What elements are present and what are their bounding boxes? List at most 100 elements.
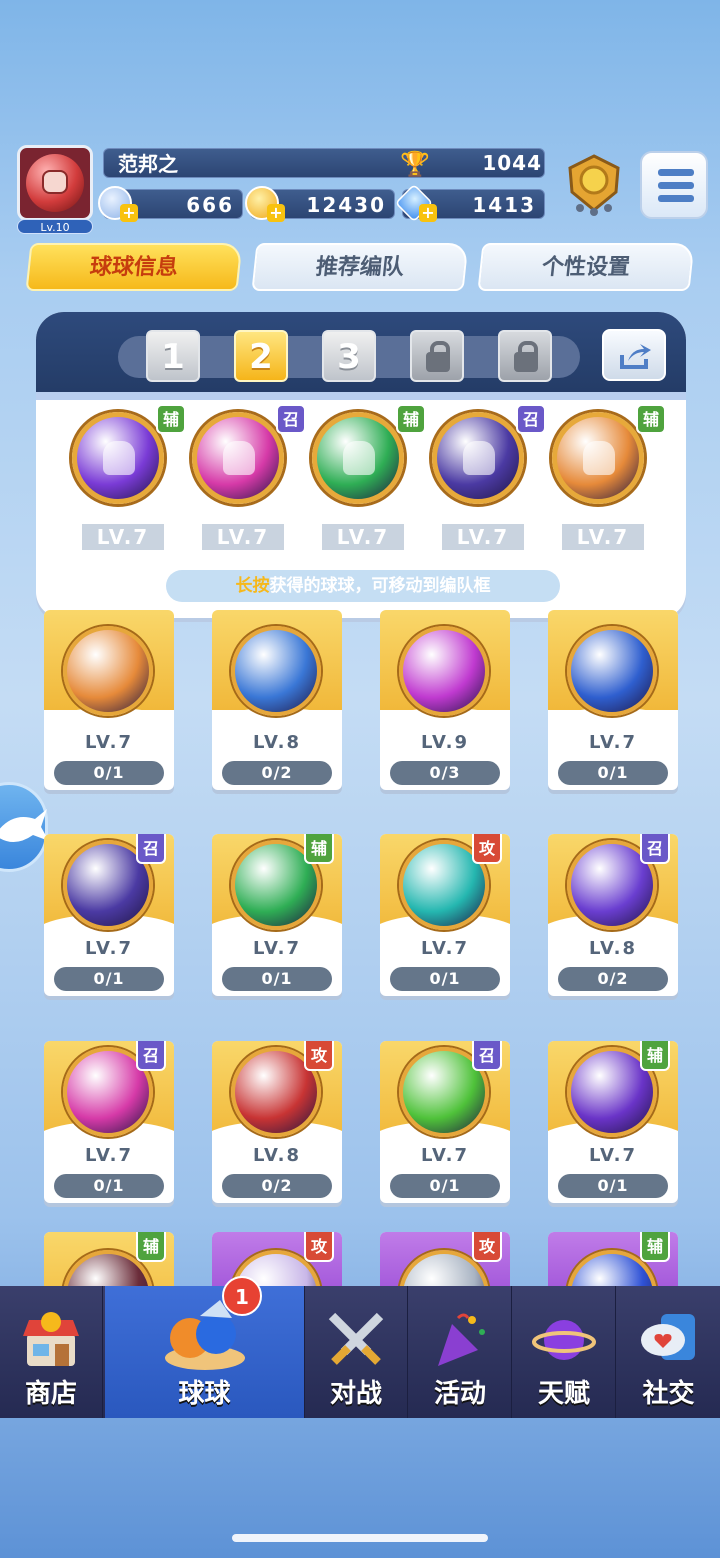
home-indicator[interactable] [232,1534,488,1542]
plus-icon[interactable]: + [267,204,285,222]
ball-icon [63,626,153,716]
team-ball[interactable] [192,412,284,504]
rank-badge-icon[interactable] [562,152,626,218]
team-ball[interactable] [312,412,404,504]
energy-value: 666 [186,193,234,217]
ball-card[interactable]: 召 LV.8 0/2 [548,834,678,996]
trophy-icon: 🏆 [400,150,430,178]
ball-card[interactable]: 攻 LV.7 0/1 [380,834,510,996]
ball-level: LV.7 [82,524,164,550]
ball-card[interactable]: 辅 LV.7 0/1 [548,1041,678,1203]
ball-card[interactable]: LV.7 0/1 [548,610,678,790]
card-progress: 0/1 [558,1174,668,1198]
ball-card[interactable]: LV.9 0/3 [380,610,510,790]
ball-card[interactable]: 攻 LV.8 0/2 [212,1041,342,1203]
gold-value: 12430 [306,193,386,217]
ball-level: LV.7 [442,524,524,550]
ball-type-tag: 攻 [304,1232,334,1262]
ball-card[interactable]: 攻 [380,1232,510,1292]
ball-type-tag: 召 [516,404,546,434]
plus-icon[interactable]: + [120,204,138,222]
ball-card[interactable]: 辅 [548,1232,678,1292]
team-ball[interactable] [72,412,164,504]
ball-card[interactable]: 召 LV.7 0/1 [44,1041,174,1203]
ball-card[interactable]: LV.7 0/1 [44,610,174,790]
plus-icon[interactable]: + [419,204,437,222]
nav-balls[interactable]: 球球 [105,1286,305,1418]
card-level: LV.7 [589,1145,637,1166]
ball-card[interactable]: 辅 [44,1232,174,1292]
ball-icon [399,626,489,716]
ball-card[interactable]: LV.8 0/2 [212,610,342,790]
ball-card[interactable]: 辅 LV.7 0/1 [212,834,342,996]
card-progress: 0/1 [558,761,668,785]
ball-type-tag: 辅 [304,834,334,864]
card-level: LV.9 [421,732,469,753]
energy-currency[interactable]: + 666 [98,186,243,222]
ball-type-tag: 召 [276,404,306,434]
card-level: LV.8 [589,938,637,959]
nav-social[interactable]: 社交 [617,1286,720,1418]
share-button[interactable] [602,329,666,381]
gem-currency[interactable]: + 1413 [394,183,545,223]
ball-type-tag: 攻 [472,834,502,864]
ball-type-tag: 召 [136,834,166,864]
lock-icon [426,341,450,372]
ball-type-tag: 辅 [156,404,186,434]
ball-type-tag: 召 [136,1041,166,1071]
ball-type-tag: 辅 [136,1232,166,1262]
tab-recommended-team[interactable]: 推荐编队 [251,243,469,291]
menu-button[interactable] [640,151,708,219]
ball-level: LV.7 [322,524,404,550]
card-progress: 0/1 [222,967,332,991]
menu-line [658,195,694,202]
team-ball[interactable] [552,412,644,504]
shop-icon [23,1312,79,1366]
card-level: LV.7 [589,732,637,753]
card-progress: 0/2 [222,1174,332,1198]
ball-level: LV.7 [202,524,284,550]
planet-icon [532,1320,596,1360]
trophy-count: 1044 [482,151,542,175]
tab-personal-settings[interactable]: 个性设置 [477,243,695,291]
team-slot-1[interactable]: 1 [146,330,200,382]
card-progress: 0/1 [54,1174,164,1198]
nav-shop[interactable]: 商店 [0,1286,103,1418]
nav-talent[interactable]: 天赋 [513,1286,616,1418]
tab-ball-info[interactable]: 球球信息 [25,243,243,291]
menu-line [658,169,694,176]
team-slot-locked[interactable] [498,330,552,382]
chat-icon [640,1314,695,1360]
fist-icon [42,170,68,194]
card-level: LV.8 [253,732,301,753]
card-level: LV.7 [85,1145,133,1166]
ball-card[interactable]: 召 LV.7 0/1 [380,1041,510,1203]
team-slot-3[interactable]: 3 [322,330,376,382]
ball-emblem-icon [103,441,135,475]
ball-icon [231,626,321,716]
player-avatar[interactable] [17,145,93,221]
ball-type-tag: 辅 [640,1041,670,1071]
ball-icon [567,626,657,716]
nav-events[interactable]: 活动 [409,1286,512,1418]
ball-card[interactable]: 召 LV.7 0/1 [44,834,174,996]
nav-battle[interactable]: 对战 [305,1286,408,1418]
ball-type-tag: 召 [472,1041,502,1071]
gold-currency[interactable]: + 12430 [245,186,395,222]
card-progress: 0/2 [222,761,332,785]
card-level: LV.7 [253,938,301,959]
ball-emblem-icon [343,441,375,475]
side-fish-button[interactable] [0,782,49,872]
team-slot-locked[interactable] [410,330,464,382]
card-level: LV.7 [421,1145,469,1166]
nav-label: 球球 [178,1379,231,1409]
ball-emblem-icon [463,441,495,475]
notification-badge: 1 [222,1276,262,1316]
hint-bold: 长按 [235,576,270,596]
party-popper-icon [438,1313,485,1366]
team-ball[interactable] [432,412,524,504]
card-progress: 0/1 [54,761,164,785]
team-slot-2[interactable]: 2 [234,330,288,382]
lock-icon [514,341,538,372]
player-level-badge: Lv.10 [17,219,93,234]
